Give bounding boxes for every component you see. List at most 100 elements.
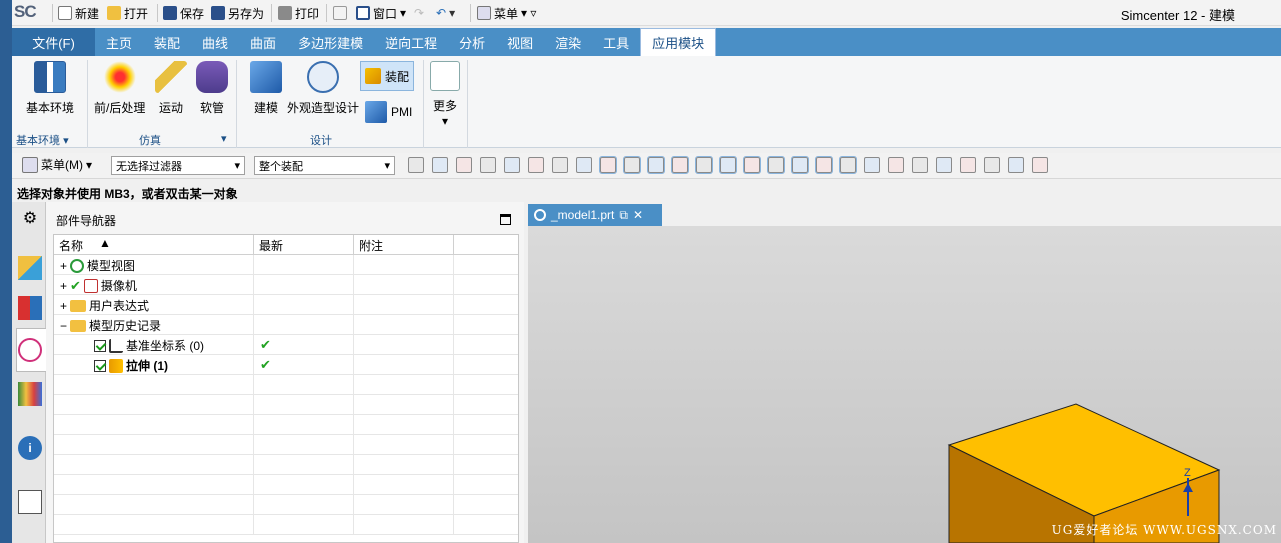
- quadrant-icon[interactable]: [791, 156, 809, 174]
- spline-icon[interactable]: [695, 156, 713, 174]
- reuse-library-icon[interactable]: [18, 382, 42, 406]
- visibility-checkbox[interactable]: [94, 339, 106, 352]
- more-button[interactable]: 更多 ▾: [430, 61, 460, 128]
- tree-node-user-expressions[interactable]: + 用户表达式: [60, 297, 149, 314]
- perpendicular-icon[interactable]: [743, 156, 761, 174]
- point-select-icon[interactable]: [504, 157, 520, 173]
- layer-icon[interactable]: [912, 157, 928, 173]
- document-icon[interactable]: [18, 490, 42, 514]
- save-button[interactable]: 保存: [163, 3, 204, 23]
- fit-icon[interactable]: [888, 157, 904, 173]
- maximize-icon[interactable]: [500, 214, 511, 225]
- tab-render[interactable]: 渲染: [544, 28, 592, 56]
- table-row[interactable]: 基准坐标系 (0) ✔: [54, 335, 518, 355]
- open-button[interactable]: 打开: [107, 3, 148, 23]
- expand-icon[interactable]: +: [60, 279, 67, 293]
- constraint-navigator-icon[interactable]: [18, 296, 42, 320]
- tangent-line-icon[interactable]: [839, 156, 857, 174]
- model-viewport-svg: Z: [947, 403, 1221, 543]
- column-latest-header[interactable]: 最新: [254, 235, 354, 255]
- column-comment-header[interactable]: 附注: [354, 235, 454, 255]
- tree-node-model-views[interactable]: + 模型视图: [60, 257, 135, 274]
- redo-button[interactable]: ↷: [414, 3, 424, 23]
- wave-icon[interactable]: [719, 156, 737, 174]
- line-icon[interactable]: [623, 156, 641, 174]
- app-logo: SC: [14, 2, 37, 21]
- table-row[interactable]: + 用户表达式: [54, 295, 518, 315]
- assembly-navigator-icon[interactable]: [18, 256, 42, 280]
- routing-button[interactable]: 软管: [196, 61, 228, 116]
- basic-environment-button[interactable]: 基本环境: [26, 61, 74, 116]
- tab-polygon-modeling[interactable]: 多边形建模: [287, 28, 374, 56]
- rectangle-select-icon[interactable]: [528, 157, 544, 173]
- tree-node-extrude[interactable]: 拉伸 (1): [94, 357, 168, 374]
- tab-application[interactable]: 应用模块: [640, 28, 717, 56]
- tab-surface[interactable]: 曲面: [239, 28, 287, 56]
- selection-scope-select[interactable]: 整个装配 ▾: [254, 156, 395, 175]
- resource-bar: ⚙ i: [12, 202, 46, 543]
- tree-node-model-history[interactable]: − 模型历史记录: [60, 317, 161, 334]
- tree-node-datum-csys[interactable]: 基准坐标系 (0): [94, 337, 204, 354]
- print-button[interactable]: 打印: [278, 3, 319, 23]
- chevron-down-icon[interactable]: ▾: [221, 132, 227, 145]
- float-tab-icon[interactable]: ⧉: [619, 208, 628, 223]
- menu-button[interactable]: 菜单 ▾ ▿: [477, 3, 536, 23]
- expand-icon[interactable]: +: [60, 299, 67, 313]
- tab-analysis[interactable]: 分析: [448, 28, 496, 56]
- table-row[interactable]: − 模型历史记录: [54, 315, 518, 335]
- face-select-icon[interactable]: [576, 157, 592, 173]
- cross-icon[interactable]: [815, 156, 833, 174]
- undo-button[interactable]: ↶ ▾: [436, 3, 455, 23]
- save-as-button[interactable]: 另存为: [211, 3, 264, 23]
- snap-vertex-icon[interactable]: [599, 156, 617, 174]
- expand-icon[interactable]: +: [60, 259, 67, 273]
- new-button[interactable]: 新建: [58, 3, 99, 23]
- column-name-header[interactable]: 名称 ▲: [54, 235, 254, 255]
- select-edit-icon[interactable]: [408, 157, 424, 173]
- tab-reverse-engineering[interactable]: 逆向工程: [374, 28, 448, 56]
- table-row[interactable]: + ✔ 摄像机: [54, 275, 518, 295]
- file-tab[interactable]: _model1.prt ⧉ ✕: [528, 204, 662, 226]
- tab-assembly[interactable]: 装配: [143, 28, 191, 56]
- menu-dropdown[interactable]: 菜单(M) ▾: [22, 156, 92, 173]
- check-icon: ✔: [260, 357, 271, 372]
- curve-icon[interactable]: [671, 156, 689, 174]
- solid-select-icon[interactable]: [552, 157, 568, 173]
- navigator-table: 名称 ▲ 最新 附注 + 模型视图 + ✔ 摄像机 + 用户表达式 − 模型历史记录 基准坐…: [53, 234, 519, 543]
- display-icon[interactable]: [1032, 157, 1048, 173]
- selection-filter-select[interactable]: 无选择过滤器 ▾: [111, 156, 245, 175]
- pmi-button[interactable]: PMI: [365, 98, 412, 126]
- modeling-button[interactable]: 建模: [250, 61, 282, 116]
- center-point-icon[interactable]: [767, 156, 785, 174]
- tab-curve[interactable]: 曲线: [191, 28, 239, 56]
- close-icon[interactable]: ✕: [633, 208, 643, 222]
- window-button[interactable]: 窗口 ▾: [356, 3, 406, 23]
- gear-icon[interactable]: ⚙: [18, 208, 42, 232]
- tab-file[interactable]: 文件(F): [12, 28, 95, 56]
- shape-studio-button[interactable]: 外观造型设计: [287, 61, 359, 116]
- info-icon[interactable]: i: [18, 436, 42, 460]
- model-views-icon: [70, 258, 85, 273]
- render-icon[interactable]: [1008, 157, 1024, 173]
- undo-select-icon[interactable]: [480, 157, 496, 173]
- motion-button[interactable]: 运动: [155, 61, 187, 116]
- diagonal-line-icon[interactable]: [647, 156, 665, 174]
- pre-post-button[interactable]: 前/后处理: [94, 61, 145, 116]
- view-orient-icon[interactable]: [864, 157, 880, 173]
- tree-node-cameras[interactable]: + ✔ 摄像机: [60, 277, 137, 294]
- add-point-icon[interactable]: [456, 157, 472, 173]
- table-row[interactable]: + 模型视图: [54, 255, 518, 275]
- move-icon-button[interactable]: [333, 3, 347, 23]
- tab-view[interactable]: 视图: [496, 28, 544, 56]
- tab-home[interactable]: 主页: [95, 28, 143, 56]
- assembly-button[interactable]: 装配: [359, 61, 415, 91]
- collapse-icon[interactable]: −: [60, 319, 67, 333]
- visibility-checkbox[interactable]: [94, 359, 106, 372]
- paint-icon[interactable]: [936, 157, 952, 173]
- shading-icon[interactable]: [984, 157, 1000, 173]
- snap-point-icon[interactable]: [432, 157, 448, 173]
- hidden-icon[interactable]: [960, 157, 976, 173]
- table-row[interactable]: 拉伸 (1) ✔: [54, 355, 518, 375]
- graphics-window[interactable]: Z UG爱好者论坛 WWW.UGSNX.COM: [528, 226, 1281, 543]
- tab-tools[interactable]: 工具: [592, 28, 640, 56]
